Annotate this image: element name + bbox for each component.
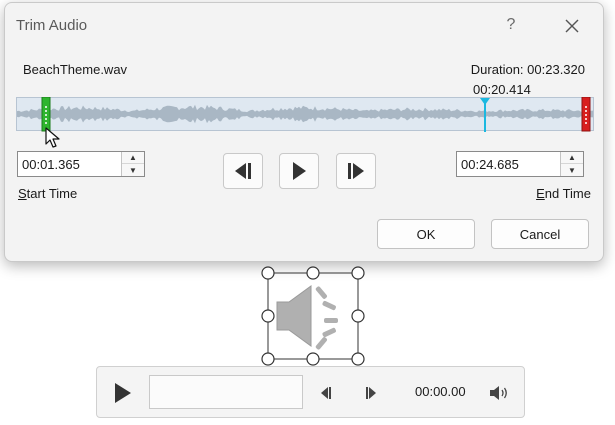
start-time-down-arrow[interactable]: ▼ [122, 164, 144, 176]
audio-filename: BeachTheme.wav [23, 62, 128, 77]
start-time-input[interactable] [18, 152, 126, 176]
player-skip-forward-button[interactable] [365, 386, 379, 400]
dialog-title: Trim Audio [16, 17, 88, 34]
playhead-time-label: 00:20.414 [473, 82, 531, 97]
end-marker-icon [581, 96, 591, 132]
play-icon [115, 383, 131, 403]
audio-object[interactable] [261, 266, 365, 366]
audio-waveform-track[interactable] [16, 97, 594, 131]
player-time: 00:00.00 [415, 384, 466, 399]
volume-icon [490, 386, 507, 400]
volume-button[interactable] [488, 383, 510, 403]
waveform-graphic [17, 104, 593, 124]
start-time-label-text: tart Time [26, 186, 78, 201]
start-time-arrows: ▲ ▼ [121, 152, 144, 176]
playhead-icon [480, 98, 490, 132]
previous-frame-icon [235, 163, 251, 179]
skip-forward-icon [366, 387, 376, 399]
start-time-label-accel: S [18, 186, 27, 201]
close-icon [565, 19, 579, 33]
end-time-stepper[interactable]: ▲ ▼ [456, 151, 584, 177]
player-play-button[interactable] [113, 382, 133, 404]
media-player-bar: 00:00.00 [96, 366, 525, 418]
previous-frame-button[interactable] [223, 153, 263, 189]
end-time-arrows: ▲ ▼ [560, 152, 583, 176]
help-button[interactable]: ? [501, 13, 521, 37]
end-time-label-text: nd Time [544, 186, 591, 201]
skip-back-icon [321, 387, 331, 399]
end-time-input[interactable] [457, 152, 565, 176]
mouse-pointer-icon [45, 127, 63, 149]
start-time-stepper[interactable]: ▲ ▼ [17, 151, 145, 177]
end-time-up-arrow[interactable]: ▲ [561, 152, 583, 164]
audio-duration: Duration: 00:23.320 [470, 62, 585, 77]
cancel-button[interactable]: Cancel [491, 219, 589, 249]
end-time-label: End Time [536, 186, 591, 201]
speaker-icon [276, 285, 338, 350]
close-button[interactable] [561, 15, 583, 37]
audio-object-graphic [261, 266, 365, 366]
next-frame-button[interactable] [336, 153, 376, 189]
play-button[interactable] [279, 153, 319, 189]
play-icon [293, 162, 306, 180]
slide-canvas: Trim Audio ? BeachTheme.wav Duration: 00… [0, 0, 615, 425]
end-time-label-accel: E [536, 186, 545, 201]
player-skip-back-button[interactable] [318, 386, 332, 400]
end-time-down-arrow[interactable]: ▼ [561, 164, 583, 176]
playhead-marker[interactable] [478, 98, 492, 132]
start-time-up-arrow[interactable]: ▲ [122, 152, 144, 164]
start-time-label: Start Time [18, 186, 77, 201]
next-frame-icon [348, 163, 364, 179]
player-timeline[interactable] [149, 375, 303, 409]
end-trim-handle[interactable] [580, 96, 592, 133]
ok-button[interactable]: OK [377, 219, 475, 249]
